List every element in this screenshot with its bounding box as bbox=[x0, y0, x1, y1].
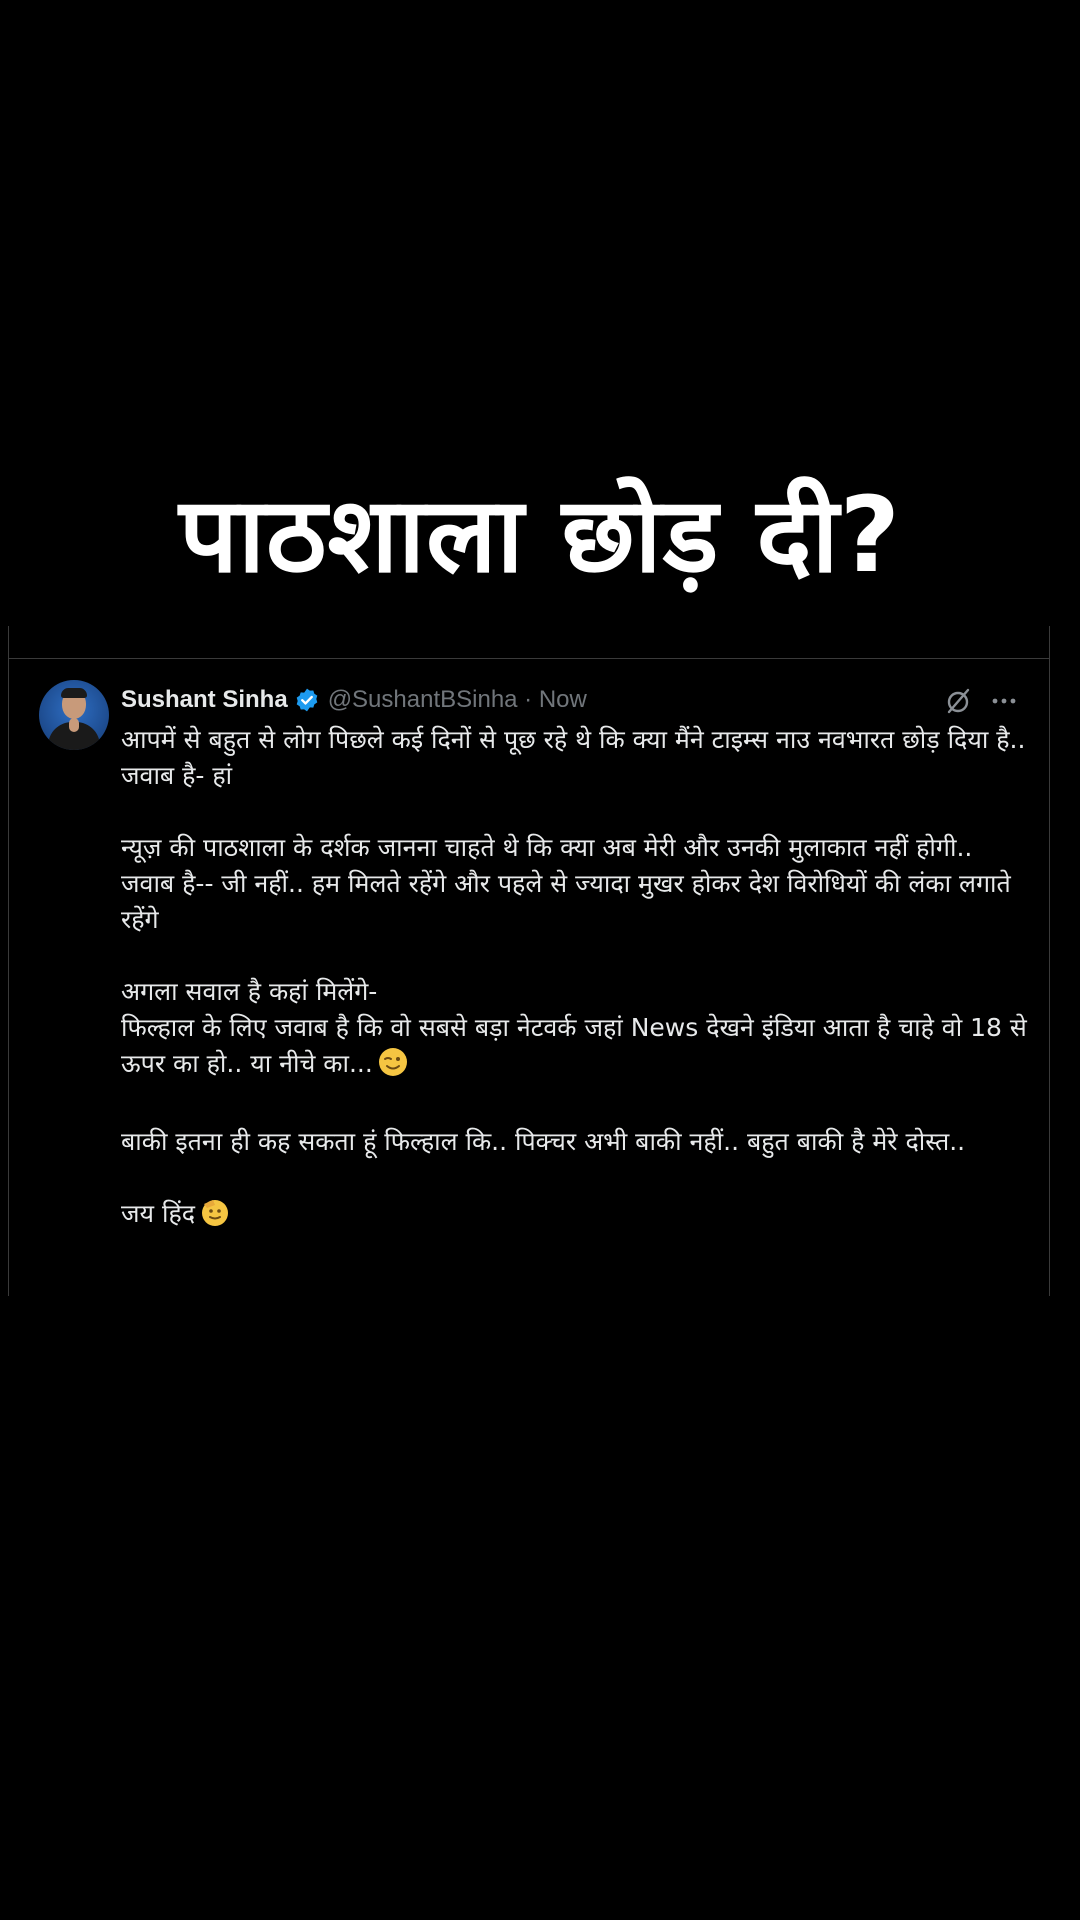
handle-and-time[interactable]: @SushantBSinha · Now bbox=[328, 686, 587, 714]
saluting-face-emoji-icon bbox=[199, 1196, 231, 1238]
author-name[interactable]: Sushant Sinha bbox=[121, 686, 288, 714]
grok-icon[interactable] bbox=[943, 686, 973, 716]
winking-face-emoji-icon bbox=[377, 1046, 409, 1088]
tweet-paragraph: न्यूज़ की पाठशाला के दर्शक जानना चाहते थ… bbox=[121, 830, 1027, 938]
tweet-header: Sushant Sinha @SushantBSinha · Now bbox=[121, 682, 587, 718]
headline: पाठशाला छोड़ दी? bbox=[179, 474, 901, 596]
tweet-line: जवाब है-- जी नहीं.. हम मिलते रहेंगे और प… bbox=[121, 869, 1011, 934]
tweet-line: बाकी इतना ही कह सकता हूं फिल्हाल कि.. पि… bbox=[121, 1127, 966, 1156]
tweet-line: आपमें से बहुत से लोग पिछले कई दिनों से प… bbox=[121, 725, 1026, 754]
avatar-hair bbox=[61, 688, 87, 698]
tweet-paragraph: बाकी इतना ही कह सकता हूं फिल्हाल कि.. पि… bbox=[121, 1124, 1027, 1160]
tweet-paragraph: आपमें से बहुत से लोग पिछले कई दिनों से प… bbox=[121, 722, 1027, 794]
tweet-line: न्यूज़ की पाठशाला के दर्शक जानना चाहते थ… bbox=[121, 833, 973, 862]
avatar[interactable] bbox=[39, 680, 109, 750]
tweet-line: फिल्हाल के लिए जवाब है कि वो सबसे बड़ा न… bbox=[121, 1010, 1027, 1088]
avatar-hand bbox=[69, 718, 79, 732]
verified-badge-icon bbox=[294, 687, 320, 713]
tweet-line: अगला सवाल है कहां मिलेंगे- bbox=[121, 977, 378, 1006]
more-options-icon[interactable] bbox=[989, 686, 1019, 716]
tweet-paragraph: जय हिंद bbox=[121, 1196, 1027, 1238]
tweet-paragraph: अगला सवाल है कहां मिलेंगे- फिल्हाल के लि… bbox=[121, 974, 1027, 1088]
tweet-line-text: जय हिंद bbox=[121, 1199, 196, 1228]
tweet-text: आपमें से बहुत से लोग पिछले कई दिनों से प… bbox=[121, 722, 1027, 1274]
tweet-line: जवाब है- हां bbox=[121, 761, 233, 790]
tweet-line: जय हिंद bbox=[121, 1196, 1027, 1238]
tweet-line-text: फिल्हाल के लिए जवाब है कि वो सबसे बड़ा न… bbox=[121, 1013, 1027, 1078]
tweet-card[interactable]: Sushant Sinha @SushantBSinha · Now आपमें… bbox=[8, 626, 1050, 1296]
card-divider bbox=[9, 658, 1049, 659]
